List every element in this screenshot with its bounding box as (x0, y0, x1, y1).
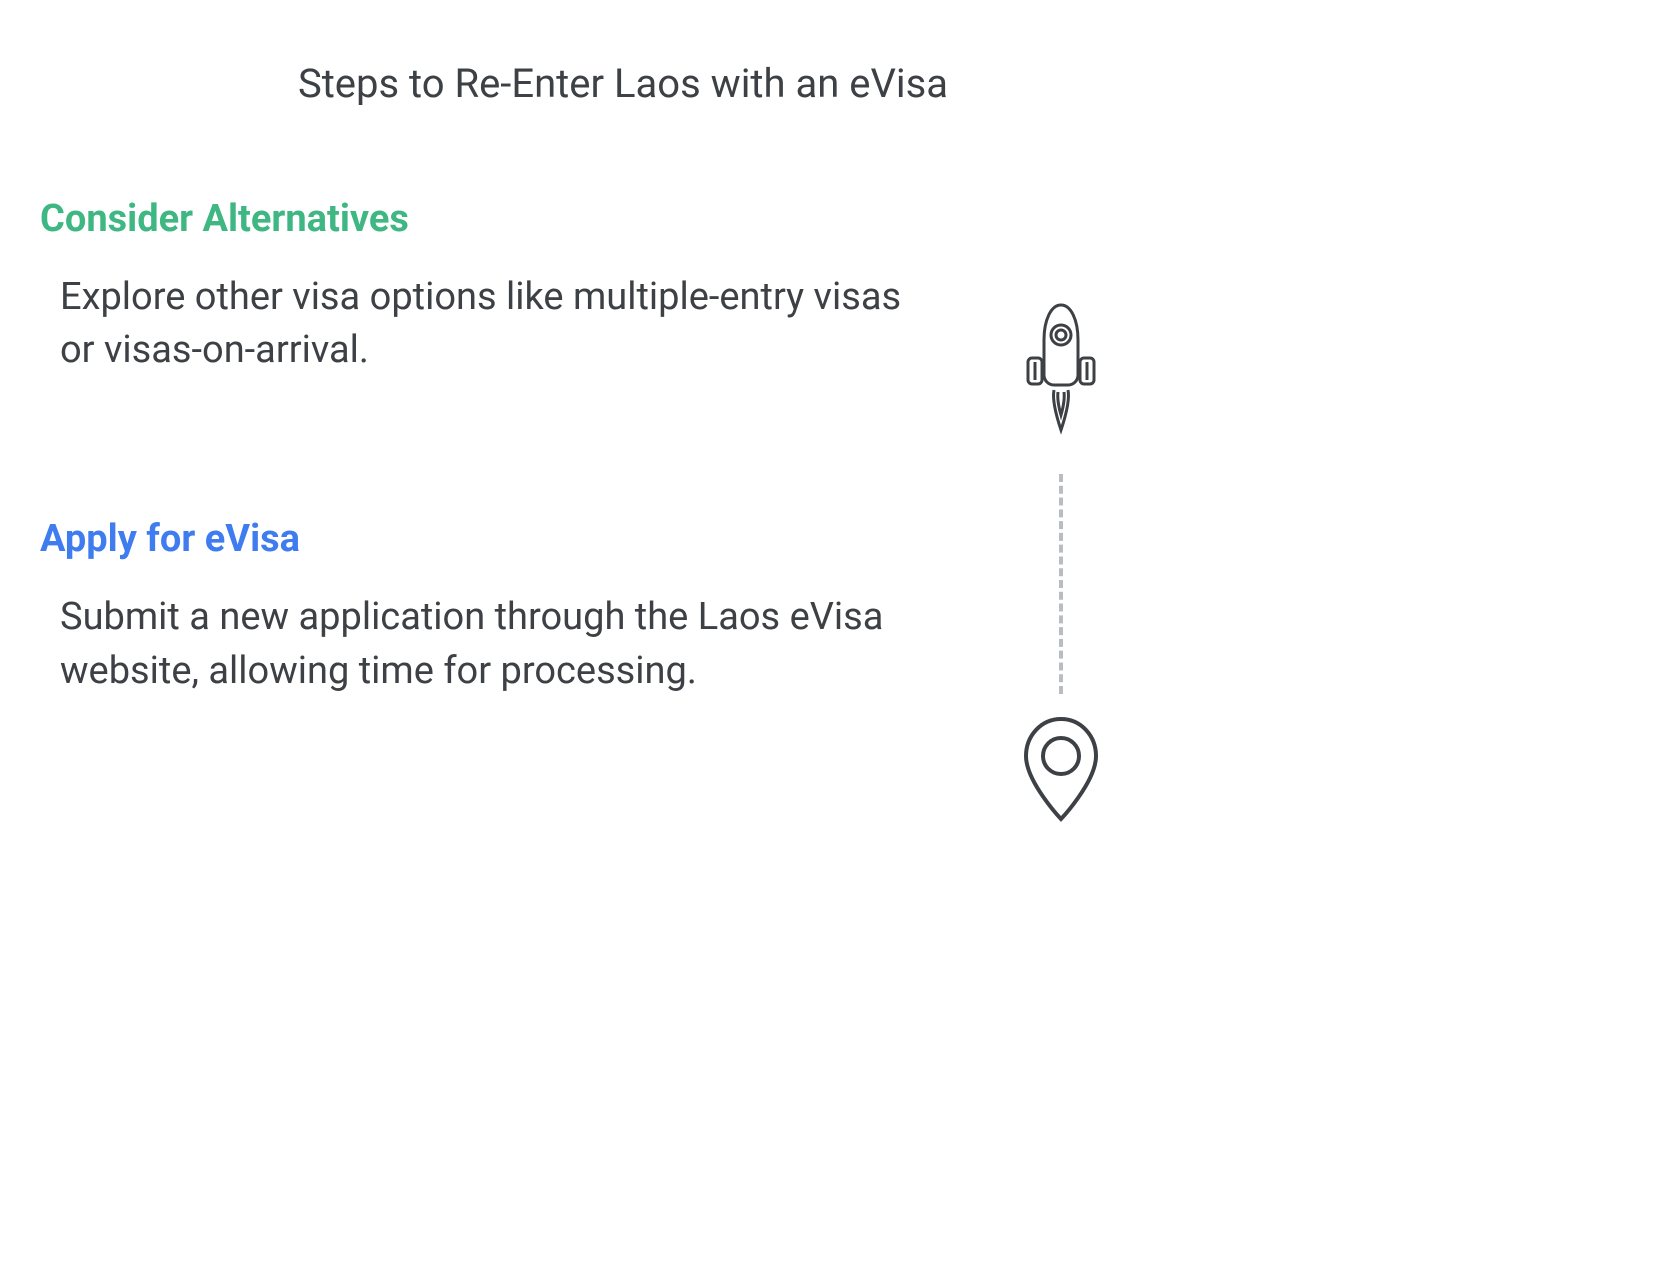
rocket-icon (1016, 300, 1106, 454)
step-item: Consider Alternatives Explore other visa… (40, 197, 940, 377)
step-heading: Consider Alternatives (40, 197, 940, 241)
step-body: Explore other visa options like multiple… (40, 271, 940, 377)
steps-list: Consider Alternatives Explore other visa… (40, 197, 940, 698)
step-heading: Apply for eVisa (40, 517, 940, 561)
progress-rail (1016, 300, 1106, 828)
step-body: Submit a new application through the Lao… (40, 591, 940, 697)
dashed-connector (1059, 474, 1063, 694)
step-item: Apply for eVisa Submit a new application… (40, 517, 940, 697)
page-title: Steps to Re-Enter Laos with an eVisa (40, 60, 1206, 107)
page-container: Steps to Re-Enter Laos with an eVisa Con… (40, 60, 1206, 890)
location-pin-icon (1016, 714, 1106, 828)
